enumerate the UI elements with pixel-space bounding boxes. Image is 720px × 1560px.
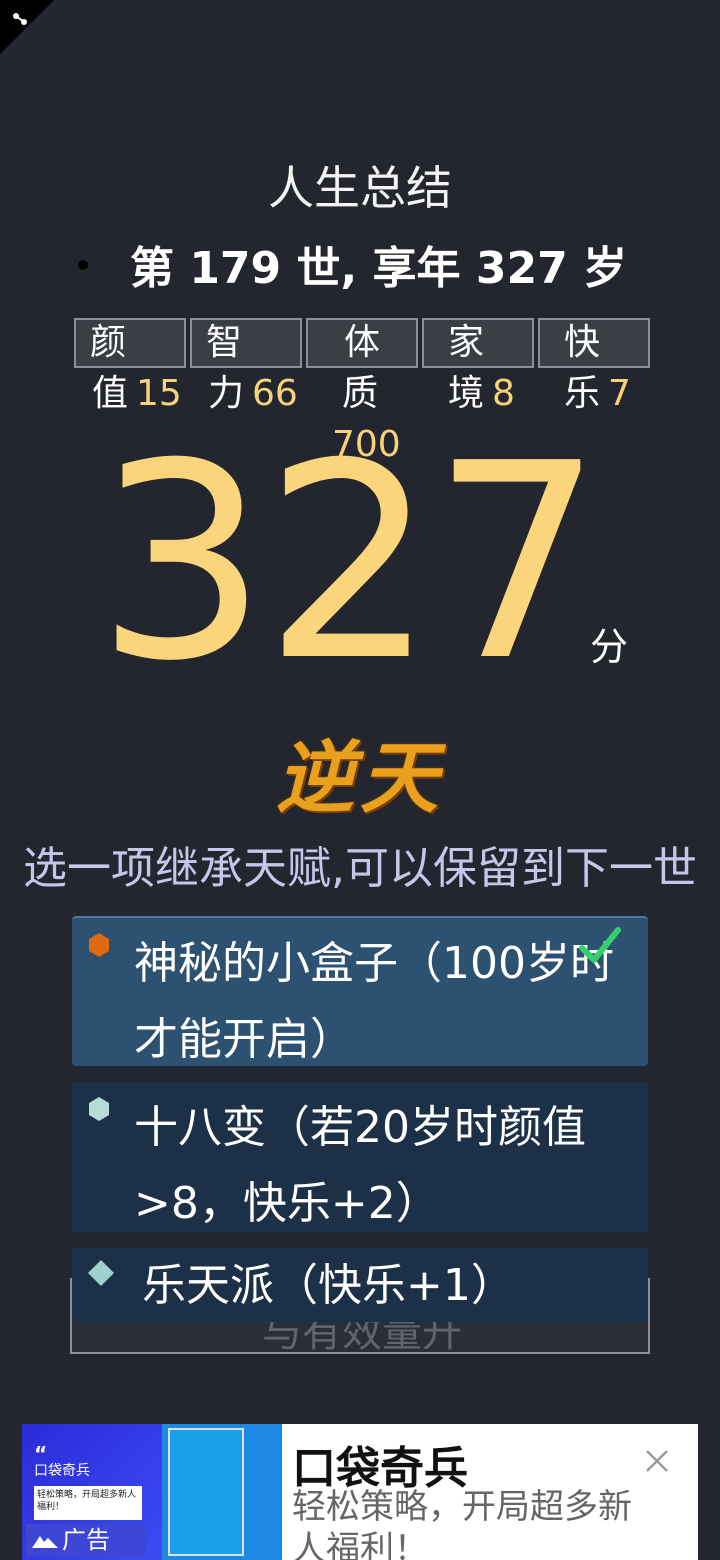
summary-text: 第 179 世, 享年 327 岁 [130, 243, 627, 294]
stat-box: 体 [306, 318, 418, 368]
expand-icon[interactable] [8, 8, 32, 32]
ad-image [162, 1424, 282, 1560]
score-grade: 逆天 [276, 733, 445, 824]
talent-option-glow-up[interactable]: 十八变（若20岁时颜值>8，快乐+2） [72, 1082, 648, 1232]
stat-box: 颜 [74, 318, 186, 368]
ad-description: 轻松策略，开局超多新人福利！ [292, 1487, 632, 1560]
ad-logo-icon [32, 1536, 58, 1548]
talent-text: 神秘的小盒子（100岁时才能开启） [134, 938, 614, 1065]
bullet-dot [78, 260, 88, 270]
hexagon-gem-icon [89, 1097, 109, 1121]
close-icon[interactable] [644, 1448, 670, 1474]
page-title: 人生总结 [268, 161, 452, 215]
talent-option-mystery-box[interactable]: 神秘的小盒子（100岁时才能开启） [72, 916, 648, 1066]
stat-box: 快 [538, 318, 650, 368]
ad-card-text: 轻松策略，开局超多新人福利！ [34, 1486, 142, 1520]
talent-text: 乐天派（快乐+1） [142, 1260, 515, 1311]
ad-banner[interactable]: “ 口袋奇兵 轻松策略，开局超多新人福利！ 广告 口袋奇兵 轻松策略，开局超多新… [22, 1424, 698, 1560]
talent-text: 十八变（若20岁时颜值>8，快乐+2） [134, 1102, 586, 1229]
phone-screen-image [168, 1428, 244, 1556]
stat-value: 7 [608, 373, 631, 414]
hexagon-gem-icon [89, 933, 109, 957]
total-score: 327 [96, 405, 603, 720]
ad-brand-small: 口袋奇兵 [34, 1463, 90, 1479]
life-summary: 第 179 世, 享年 327 岁 [74, 232, 694, 294]
stat-box: 智 [190, 318, 302, 368]
checkmark-icon [579, 927, 621, 963]
ad-tag: 广告 [26, 1524, 146, 1556]
ad-brand-panel: “ 口袋奇兵 轻松策略，开局超多新人福利！ 广告 [22, 1424, 162, 1560]
talent-option-optimist[interactable]: 乐天派（快乐+1） [72, 1248, 648, 1322]
ad-tag-label: 广告 [62, 1526, 110, 1554]
stat-box: 家 [422, 318, 534, 368]
inherit-prompt: 选一项继承天赋,可以保留到下一世 [23, 843, 697, 894]
score-unit: 分 [590, 625, 629, 669]
diamond-gem-icon [88, 1260, 114, 1286]
